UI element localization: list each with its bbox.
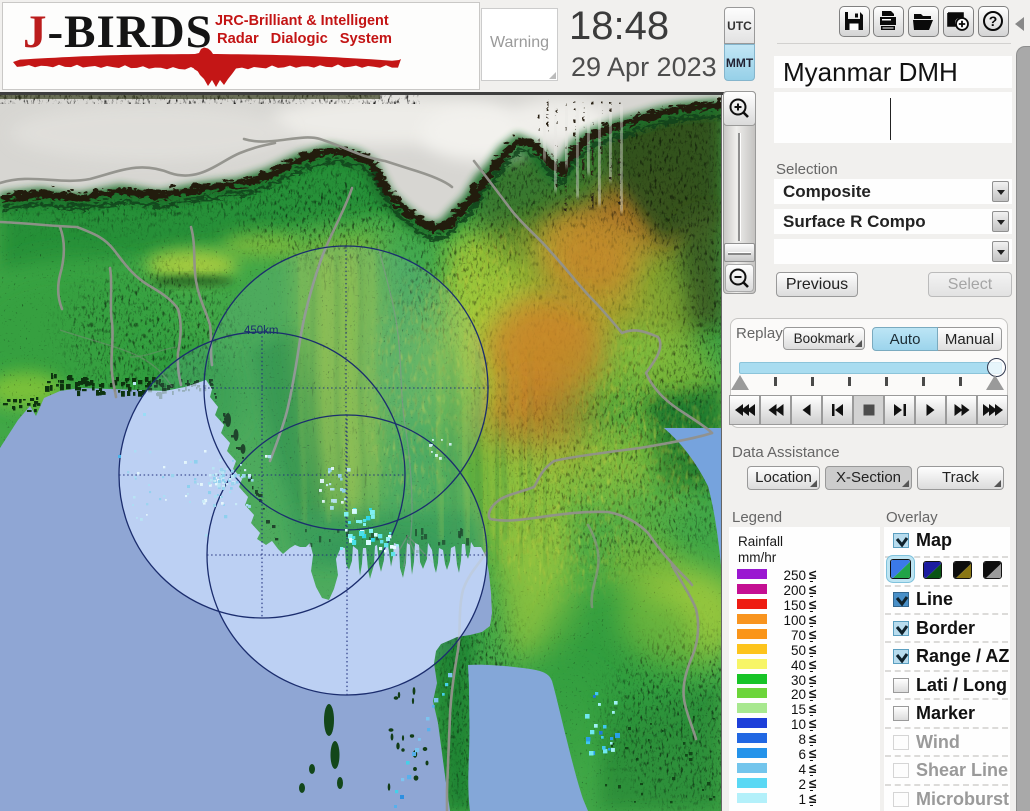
svg-text:?: ? bbox=[989, 13, 998, 29]
svg-text:450km: 450km bbox=[244, 325, 279, 337]
